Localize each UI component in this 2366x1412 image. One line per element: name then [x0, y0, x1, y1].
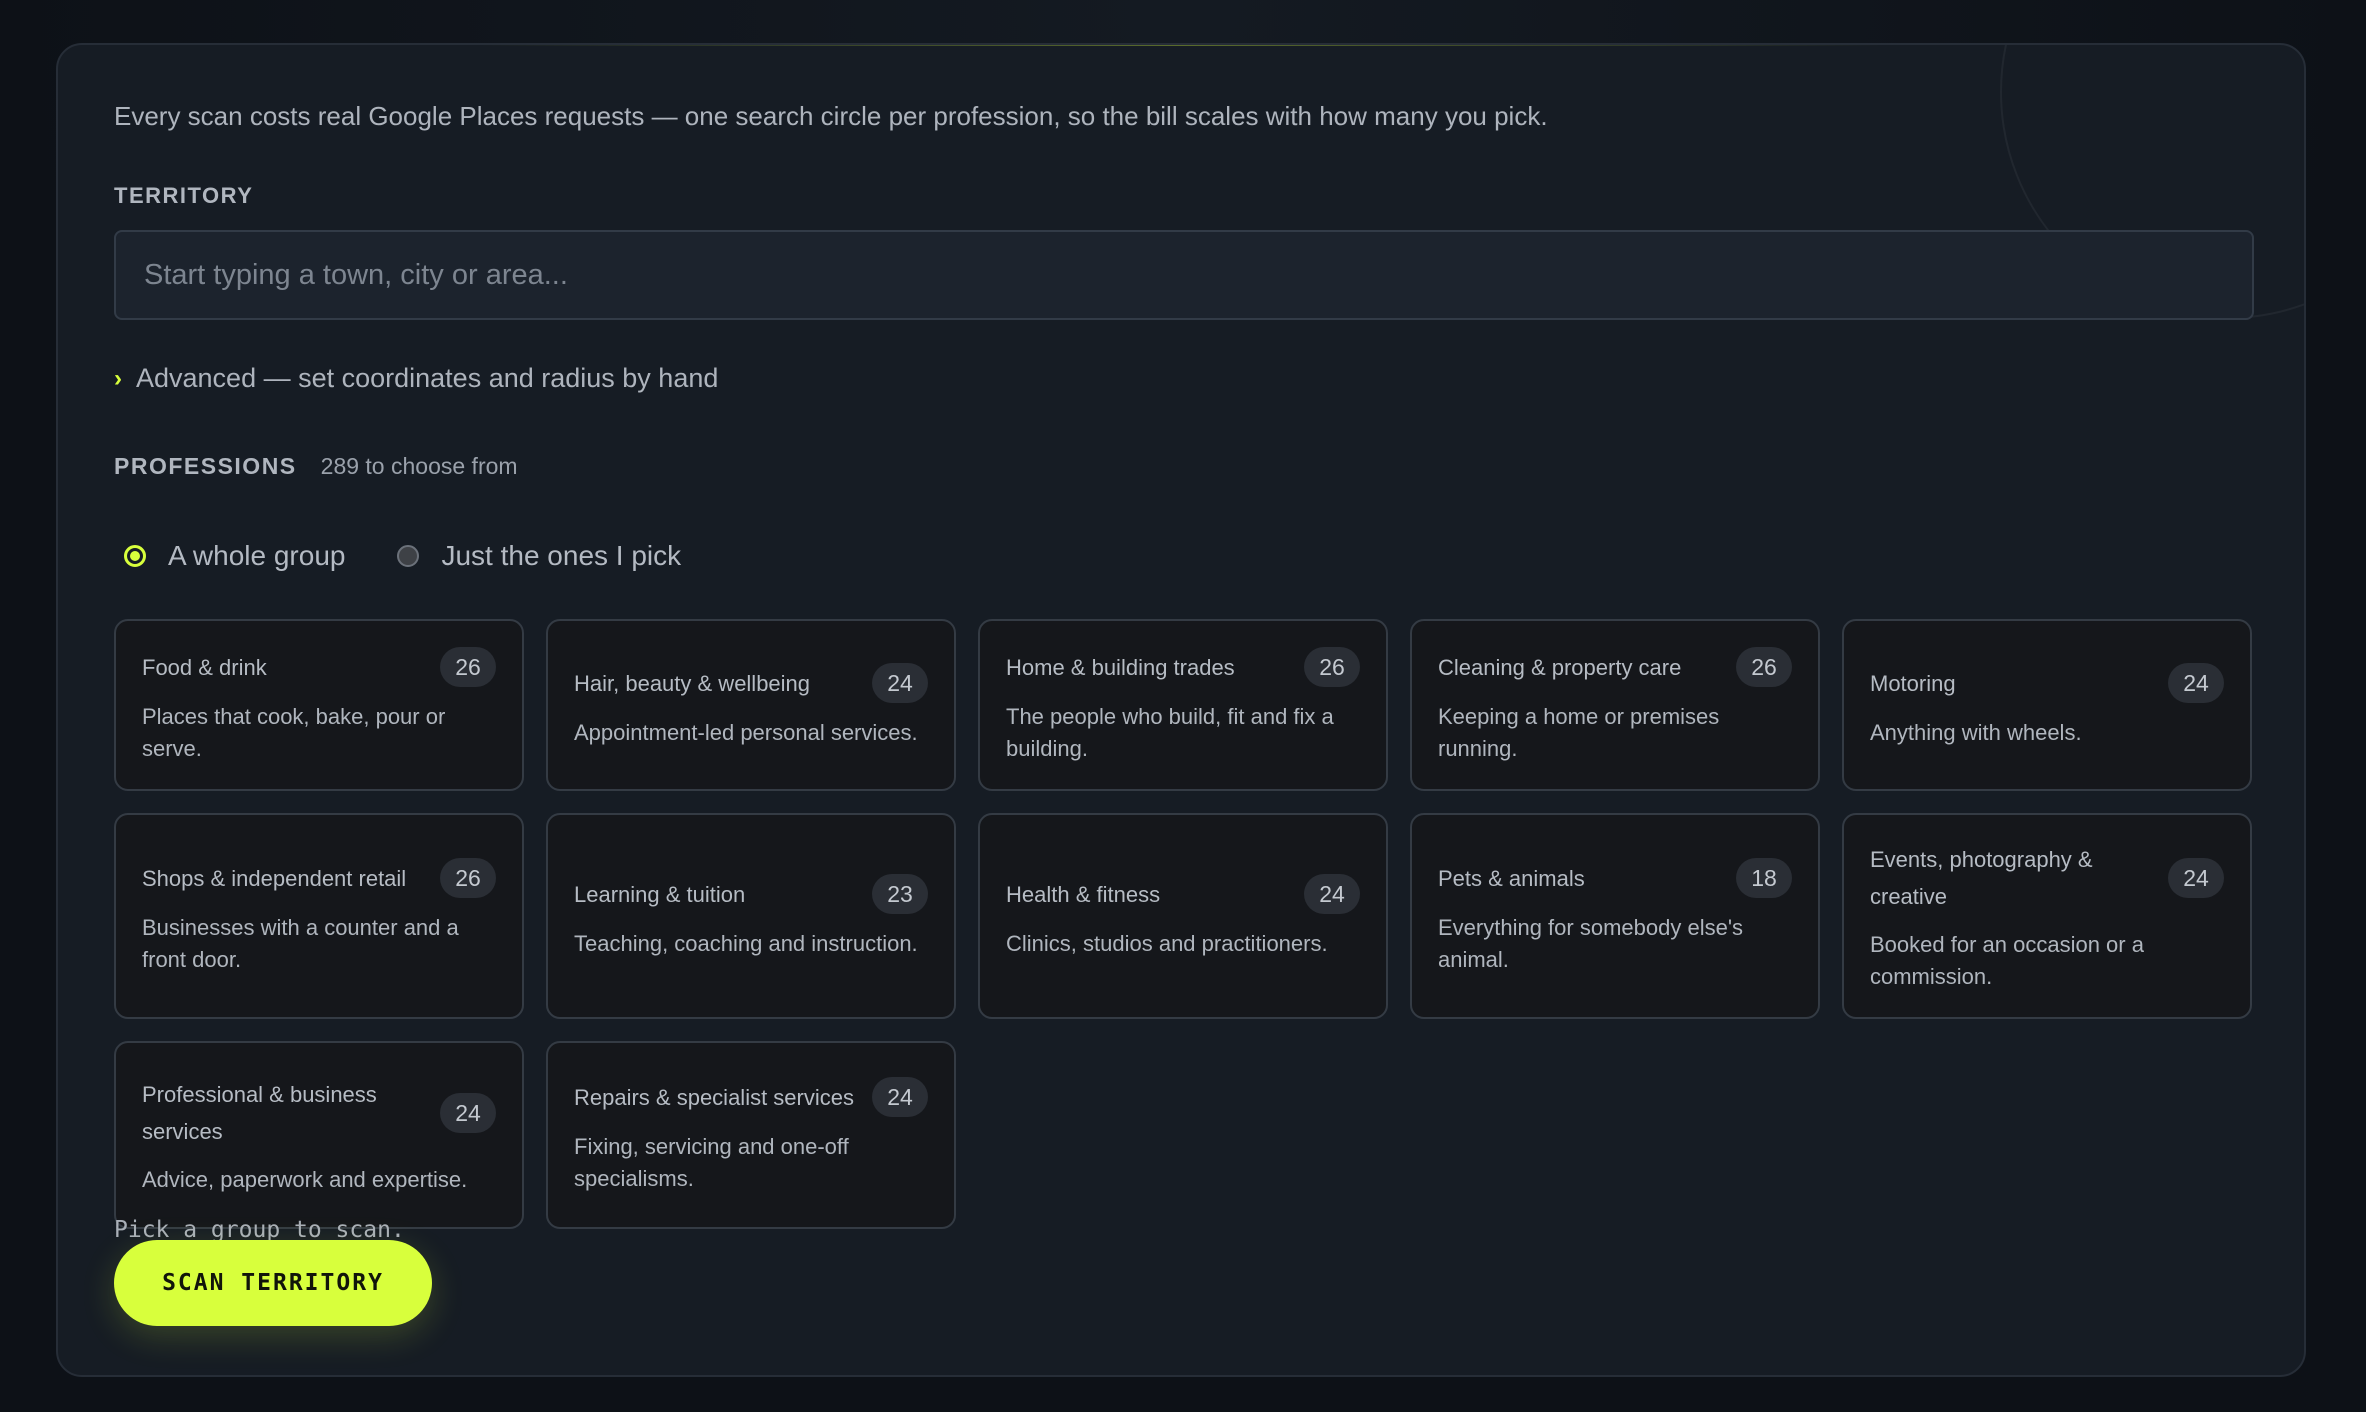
group-title: Pets & animals	[1438, 865, 1585, 891]
group-title: Food & drink	[142, 654, 267, 680]
group-count-badge: 26	[1304, 647, 1360, 687]
group-title: Hair, beauty & wellbeing	[574, 670, 811, 696]
chevron-right-icon: ›	[114, 364, 122, 392]
group-title: Professional & business services	[142, 1082, 377, 1144]
group-description: Clinics, studios and practitioners.	[1006, 931, 1328, 956]
mode-pick-individual[interactable]: Just the ones I pick	[397, 540, 681, 572]
group-count-badge: 26	[1736, 647, 1792, 687]
group-title: Health & fitness	[1006, 881, 1161, 907]
group-count-badge: 18	[1736, 858, 1792, 898]
group-description: Booked for an occasion or a commission.	[1870, 932, 2144, 989]
group-description: Anything with wheels.	[1870, 720, 2082, 745]
group-count-badge: 24	[2168, 858, 2224, 898]
group-card-motoring[interactable]: Motoring 24 Anything with wheels.	[1842, 619, 2252, 791]
group-card-events-creative[interactable]: Events, photography & creative 24 Booked…	[1842, 813, 2252, 1019]
mode-pick-individual-label: Just the ones I pick	[441, 540, 682, 571]
page: Every scan costs real Google Places requ…	[0, 0, 2366, 1412]
group-card-shops-retail[interactable]: Shops & independent retail 26 Businesses…	[114, 813, 524, 1019]
group-description: Everything for somebody else's animal.	[1438, 915, 1744, 972]
group-card-professional-services[interactable]: Professional & business services 24 Advi…	[114, 1041, 524, 1229]
scan-territory-button[interactable]: SCAN TERRITORY	[114, 1240, 432, 1326]
group-count-badge: 24	[1304, 874, 1360, 914]
territory-search-input[interactable]	[114, 230, 2254, 320]
group-card-hair-beauty[interactable]: Hair, beauty & wellbeing 24 Appointment-…	[546, 619, 956, 791]
group-card-health-fitness[interactable]: Health & fitness 24 Clinics, studios and…	[978, 813, 1388, 1019]
group-card-cleaning[interactable]: Cleaning & property care 26 Keeping a ho…	[1410, 619, 1820, 791]
group-count-badge: 26	[440, 647, 496, 687]
group-description: The people who build, fit and fix a buil…	[1006, 704, 1334, 761]
scan-panel: Every scan costs real Google Places requ…	[56, 43, 2306, 1377]
group-count-badge: 24	[872, 663, 928, 703]
mode-whole-group-label: A whole group	[168, 540, 346, 571]
group-card-repairs-specialist[interactable]: Repairs & specialist services 24 Fixing,…	[546, 1041, 956, 1229]
advanced-toggle-label: Advanced — set coordinates and radius by…	[136, 363, 719, 393]
territory-label: TERRITORY	[114, 183, 254, 208]
group-card-learning[interactable]: Learning & tuition 23 Teaching, coaching…	[546, 813, 956, 1019]
group-description: Fixing, servicing and one-off specialism…	[574, 1134, 849, 1191]
advanced-toggle[interactable]: › Advanced — set coordinates and radius …	[114, 363, 718, 394]
group-count-badge: 24	[872, 1077, 928, 1117]
group-title: Home & building trades	[1006, 654, 1235, 680]
group-description: Appointment-led personal services.	[574, 720, 918, 745]
group-title: Repairs & specialist services	[574, 1084, 854, 1110]
group-card-pets-animals[interactable]: Pets & animals 18 Everything for somebod…	[1410, 813, 1820, 1019]
group-title: Motoring	[1870, 670, 1956, 696]
professions-label: PROFESSIONS	[114, 453, 297, 479]
radio-unselected-icon	[397, 545, 420, 567]
group-description: Advice, paperwork and expertise.	[142, 1167, 468, 1192]
group-count-badge: 23	[872, 874, 928, 914]
profession-groups-grid: Food & drink 26 Places that cook, bake, …	[114, 619, 2254, 1229]
group-title: Cleaning & property care	[1438, 654, 1682, 680]
group-count-badge: 26	[440, 858, 496, 898]
group-description: Keeping a home or premises running.	[1438, 704, 1720, 761]
mode-whole-group[interactable]: A whole group	[124, 540, 345, 572]
group-count-badge: 24	[2168, 663, 2224, 703]
group-description: Businesses with a counter and a front do…	[142, 915, 459, 972]
group-count-badge: 24	[440, 1093, 496, 1133]
group-title: Shops & independent retail	[142, 865, 407, 891]
radio-selected-icon	[124, 545, 146, 567]
group-title: Events, photography & creative	[1870, 847, 2093, 909]
group-card-home-building[interactable]: Home & building trades 26 The people who…	[978, 619, 1388, 791]
group-description: Places that cook, bake, pour or serve.	[142, 704, 446, 761]
professions-count: 289 to choose from	[320, 453, 518, 479]
group-description: Teaching, coaching and instruction.	[574, 931, 918, 956]
selection-mode: A whole group Just the ones I pick	[124, 540, 733, 572]
intro-text: Every scan costs real Google Places requ…	[114, 101, 1548, 131]
professions-header: PROFESSIONS 289 to choose from	[114, 453, 518, 480]
group-title: Learning & tuition	[574, 881, 746, 907]
group-card-food-drink[interactable]: Food & drink 26 Places that cook, bake, …	[114, 619, 524, 791]
